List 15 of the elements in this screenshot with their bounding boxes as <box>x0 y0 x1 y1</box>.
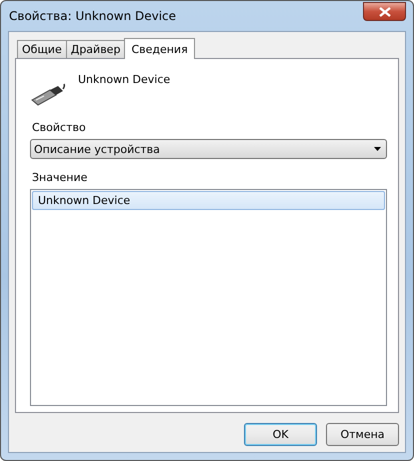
property-dropdown[interactable]: Описание устройства <box>30 139 387 159</box>
cancel-button[interactable]: Отмена <box>326 423 399 446</box>
close-button[interactable] <box>363 2 406 21</box>
device-name: Unknown Device <box>78 73 170 88</box>
dropdown-arrow-icon <box>374 147 381 151</box>
tab[interactable]: Драйвер <box>66 40 126 58</box>
ok-button[interactable]: OK <box>244 423 317 446</box>
list-item[interactable]: Unknown Device <box>32 191 385 210</box>
close-icon <box>378 6 390 16</box>
property-label: Свойство <box>32 121 87 134</box>
window-title: Свойства: Unknown Device <box>8 9 176 23</box>
value-label: Значение <box>32 171 88 184</box>
tab[interactable]: Общие <box>17 40 67 58</box>
usb-plug-icon <box>30 82 66 108</box>
tab[interactable]: Сведения <box>124 38 195 59</box>
